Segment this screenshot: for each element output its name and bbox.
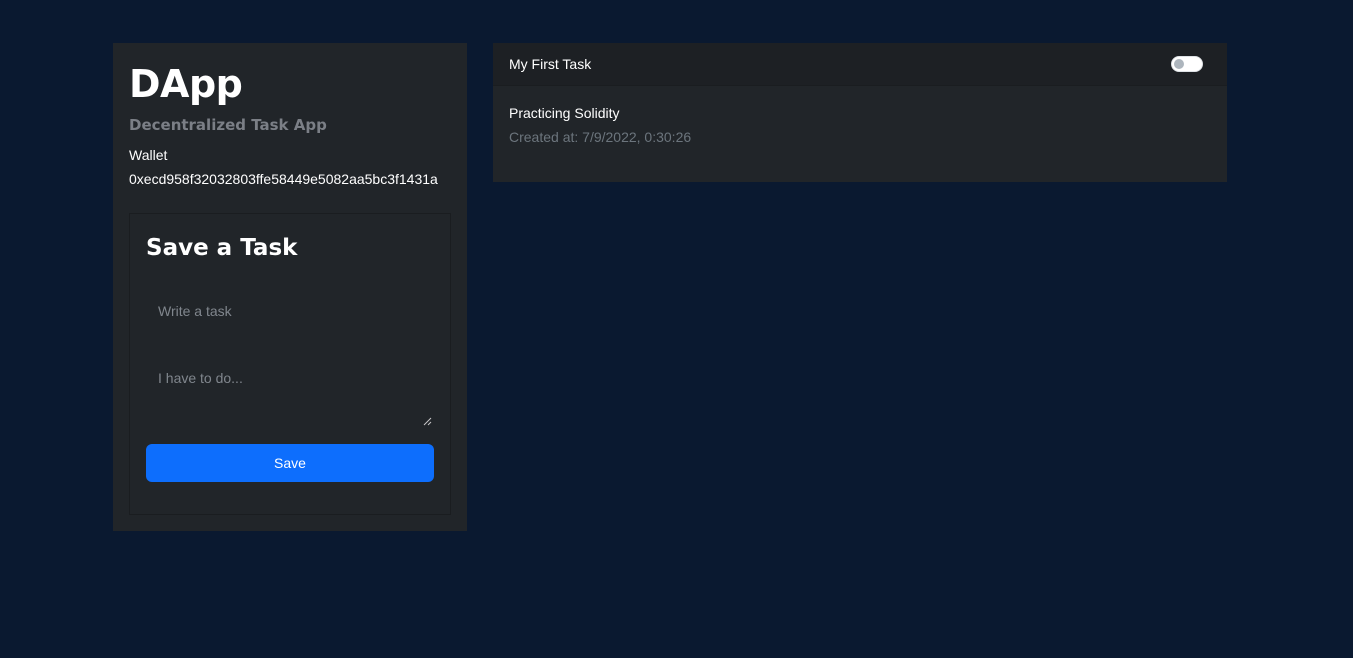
task-created-at: Created at: 7/9/2022, 0:30:26 (509, 127, 1211, 147)
task-created-value: 7/9/2022, 0:30:26 (582, 129, 692, 145)
task-card-header: My First Task (493, 43, 1227, 86)
app-subtitle: Decentralized Task App (129, 116, 327, 134)
save-button[interactable]: Save (146, 444, 434, 482)
task-description-textarea[interactable] (146, 358, 434, 428)
task-card-body: Practicing Solidity Created at: 7/9/2022… (493, 86, 1227, 164)
app-title: DApp (129, 62, 243, 106)
task-card: My First Task Practicing Solidity Create… (493, 43, 1227, 182)
save-task-title: Save a Task (146, 235, 298, 261)
app-root: DApp Decentralized Task App Wallet 0xecd… (0, 0, 1353, 658)
task-description-wrapper (146, 358, 434, 428)
toggle-knob (1174, 59, 1184, 69)
save-task-form: Save a Task Save (129, 213, 451, 515)
task-created-label: Created at: (509, 129, 583, 145)
task-title: My First Task (509, 56, 592, 72)
wallet-label: Wallet (129, 147, 168, 163)
task-title-input[interactable] (146, 288, 434, 334)
wallet-address: 0xecd958f32032803ffe58449e5082aa5bc3f143… (129, 171, 438, 187)
sidebar-panel: DApp Decentralized Task App Wallet 0xecd… (113, 43, 467, 531)
task-description: Practicing Solidity (509, 105, 620, 121)
task-done-toggle[interactable] (1171, 56, 1203, 72)
